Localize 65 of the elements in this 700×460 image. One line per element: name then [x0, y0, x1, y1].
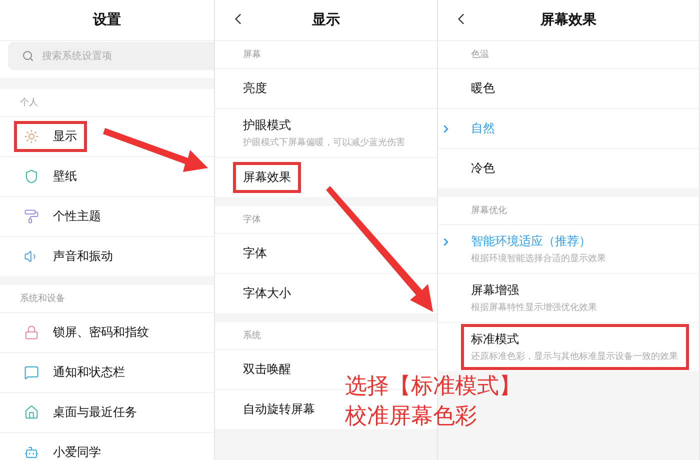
item-label: 壁纸 [53, 168, 77, 185]
settings-item[interactable]: 壁纸 [14, 161, 87, 192]
notification-icon [24, 365, 39, 380]
item-label: 锁屏、密码和指纹 [53, 324, 149, 341]
annotation-text: 校准屏幕色彩 [345, 403, 478, 431]
item-label: 暖色 [471, 80, 495, 97]
settings-item[interactable]: 小爱同学 [14, 437, 111, 460]
item-description: 根据环境智能选择合适的显示效果 [471, 252, 606, 265]
search-icon [22, 50, 34, 62]
settings-item[interactable]: 声音和振动 [14, 241, 123, 272]
settings-item[interactable]: 护眼模式 护眼模式下屏幕偏暖，可以减少蓝光伤害 [233, 110, 415, 156]
settings-item[interactable]: 通知和状态栏 [14, 357, 135, 388]
settings-item[interactable]: 自动旋转屏幕 [233, 394, 325, 425]
shield-icon [24, 169, 39, 184]
lock-icon [24, 325, 39, 340]
item-label: 亮度 [243, 80, 267, 97]
item-label: 声音和振动 [53, 248, 113, 265]
item-label: 显示 [53, 128, 77, 145]
section-header: 系统和设备 [20, 292, 65, 305]
screen-title: 显示 [312, 11, 340, 29]
item-label: 屏幕增强 [471, 282, 520, 299]
search-placeholder: 搜索系统设置项 [42, 50, 112, 63]
item-label: 屏幕效果 [243, 169, 291, 186]
settings-item[interactable]: 字体 [233, 238, 277, 269]
item-description: 根据屏幕特性显示增强优化效果 [471, 302, 597, 314]
settings-item[interactable]: 显示 [14, 121, 87, 152]
section-header: 字体 [243, 214, 261, 226]
item-label: 智能环境适应（推荐） [471, 233, 592, 250]
item-description: 护眼模式下屏幕偏暖，可以减少蓝光伤害 [243, 136, 405, 149]
item-label: 个性主题 [53, 208, 101, 225]
paint-roller-icon [24, 209, 39, 224]
item-label: 标准模式 [471, 331, 520, 348]
home-icon [24, 405, 39, 420]
assistant-icon [24, 445, 39, 460]
settings-item[interactable]: 锁屏、密码和指纹 [14, 317, 159, 348]
settings-item[interactable]: 字体大小 [233, 278, 301, 309]
item-label: 冷色 [471, 160, 495, 177]
item-label: 通知和状态栏 [53, 364, 125, 381]
item-label: 字体 [243, 245, 267, 262]
settings-item[interactable]: 双击唤醒 [233, 354, 301, 385]
settings-item[interactable]: 屏幕增强 根据屏幕特性显示增强优化效果 [461, 275, 607, 321]
item-label: 自然 [471, 120, 495, 137]
settings-item[interactable]: 标准模式 还原标准色彩，显示与其他标准显示设备一致的效果 [461, 324, 689, 370]
section-header: 系统 [243, 330, 261, 342]
sun-icon [24, 129, 39, 144]
item-label: 桌面与最近任务 [53, 404, 137, 421]
annotation-text: 选择【标准模式】 [345, 373, 521, 401]
item-label: 小爱同学 [53, 444, 101, 460]
settings-item[interactable]: 冷色 [461, 153, 505, 184]
item-label: 双击唤醒 [243, 361, 291, 378]
section-header: 屏幕优化 [471, 204, 507, 217]
settings-item[interactable]: 个性主题 [14, 201, 111, 232]
item-label: 自动旋转屏幕 [243, 401, 315, 418]
screen-title: 屏幕效果 [540, 11, 596, 29]
item-label: 字体大小 [243, 285, 291, 302]
section-header: 屏幕 [243, 48, 261, 61]
section-header: 个人 [20, 96, 38, 109]
settings-item[interactable]: 屏幕效果 [233, 162, 301, 193]
screen-title: 设置 [93, 11, 121, 29]
settings-item[interactable]: 暖色 [461, 73, 505, 104]
settings-item[interactable]: 桌面与最近任务 [14, 397, 147, 428]
item-description: 还原标准色彩，显示与其他标准显示设备一致的效果 [471, 350, 678, 363]
item-label: 护眼模式 [243, 117, 292, 134]
settings-item[interactable]: 亮度 [233, 73, 277, 104]
section-header: 色温 [471, 48, 489, 61]
